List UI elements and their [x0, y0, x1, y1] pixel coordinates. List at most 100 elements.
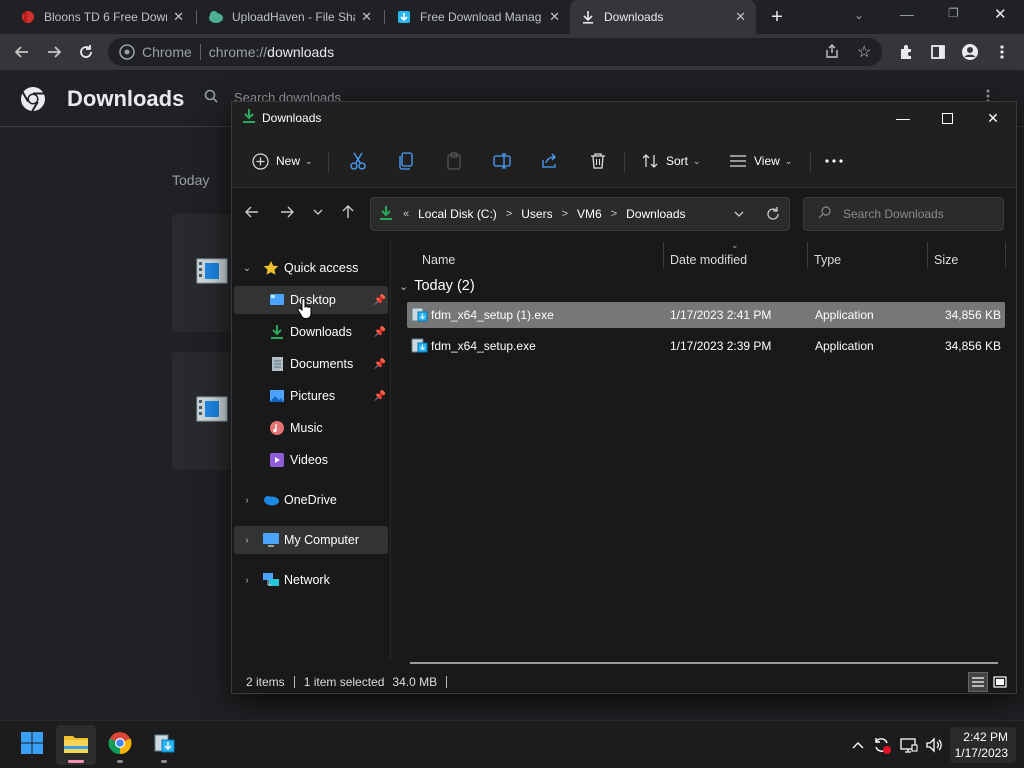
- taskbar-file-explorer[interactable]: [56, 725, 96, 765]
- breadcrumb-chevron-icon[interactable]: >: [562, 208, 568, 220]
- start-button[interactable]: [12, 725, 52, 765]
- nav-quick-access[interactable]: ⌄ Quick access: [234, 254, 388, 282]
- new-tab-button[interactable]: +: [766, 6, 788, 28]
- back-icon[interactable]: [8, 34, 36, 70]
- nav-music[interactable]: Music: [234, 414, 388, 442]
- more-options-button[interactable]: [824, 146, 850, 176]
- file-row[interactable]: fdm_x64_setup.exe 1/17/2023 2:39 PM Appl…: [407, 333, 1005, 359]
- close-icon[interactable]: ✕: [970, 102, 1016, 134]
- breadcrumb-vm6[interactable]: VM6: [577, 207, 602, 221]
- close-tab-icon[interactable]: ✕: [361, 9, 372, 25]
- column-header-name[interactable]: Name: [422, 246, 455, 274]
- pin-icon[interactable]: 📌: [374, 391, 386, 402]
- tab-search-icon[interactable]: ⌄: [854, 8, 864, 22]
- breadcrumb-downloads[interactable]: Downloads: [626, 207, 685, 221]
- delete-button[interactable]: [588, 146, 614, 176]
- large-icons-view-icon[interactable]: [990, 672, 1010, 692]
- rename-button[interactable]: [492, 146, 518, 176]
- chevron-right-icon[interactable]: ›: [240, 535, 254, 546]
- close-tab-icon[interactable]: ✕: [173, 9, 184, 25]
- horizontal-scrollbar[interactable]: [410, 662, 998, 664]
- address-bar[interactable]: « Local Disk (C:) > Users > VM6 > Downlo…: [370, 197, 790, 231]
- tab-downloads[interactable]: Downloads ✕: [570, 0, 756, 34]
- share-icon[interactable]: [824, 43, 840, 62]
- pin-icon[interactable]: 📌: [374, 295, 386, 306]
- address-history-icon[interactable]: [733, 208, 745, 223]
- profile-avatar-icon[interactable]: [956, 34, 984, 70]
- chevron-right-icon[interactable]: ›: [240, 575, 254, 586]
- downloads-folder-icon: [242, 108, 256, 129]
- column-header-date[interactable]: Date modified: [670, 246, 747, 274]
- explorer-search-input[interactable]: Search Downloads: [803, 197, 1004, 231]
- file-row[interactable]: fdm_x64_setup (1).exe 1/17/2023 2:41 PM …: [407, 302, 1005, 328]
- omnibox-site-label: Chrome: [142, 44, 192, 60]
- breadcrumb-chevron-icon[interactable]: >: [506, 208, 512, 220]
- paste-icon: [444, 151, 464, 171]
- nav-label: Pictures: [290, 389, 336, 403]
- volume-icon[interactable]: [924, 735, 944, 755]
- tab-bloons[interactable]: Bloons TD 6 Free Down ✕: [10, 0, 194, 34]
- breadcrumb-users[interactable]: Users: [521, 207, 552, 221]
- minimize-icon[interactable]: —: [880, 102, 926, 134]
- show-hidden-icons-chevron-icon[interactable]: [848, 735, 868, 755]
- cut-button[interactable]: [348, 146, 374, 176]
- tab-uploadhaven[interactable]: UploadHaven - File Sha ✕: [198, 0, 382, 34]
- breadcrumb-local-disk[interactable]: Local Disk (C:): [418, 207, 497, 221]
- breadcrumb-chevron-icon[interactable]: >: [611, 208, 617, 220]
- nav-documents[interactable]: Documents 📌: [234, 350, 388, 378]
- tab-free-download-manager[interactable]: Free Download Manag ✕: [386, 0, 570, 34]
- sort-button[interactable]: Sort ⌄: [640, 146, 701, 176]
- nav-pictures[interactable]: Pictures 📌: [234, 382, 388, 410]
- download-icon: [580, 9, 596, 25]
- new-button[interactable]: New ⌄: [250, 146, 313, 176]
- column-header-size[interactable]: Size: [934, 246, 958, 274]
- extensions-icon[interactable]: [892, 34, 920, 70]
- installer-file-icon: [196, 258, 228, 289]
- nav-my-computer[interactable]: › My Computer: [234, 526, 388, 554]
- sort-icon: [640, 151, 660, 171]
- onedrive-cloud-icon: [262, 491, 280, 509]
- recent-locations-icon[interactable]: [312, 205, 324, 223]
- paste-button[interactable]: [444, 146, 470, 176]
- restore-icon[interactable]: ❐: [948, 6, 959, 20]
- nav-videos[interactable]: Videos: [234, 446, 388, 474]
- taskbar-installer[interactable]: [144, 725, 184, 765]
- pin-icon[interactable]: 📌: [374, 359, 386, 370]
- up-icon[interactable]: [340, 204, 356, 225]
- more-menu-icon[interactable]: [988, 34, 1016, 70]
- nav-onedrive[interactable]: › OneDrive: [234, 486, 388, 514]
- pin-icon[interactable]: 📌: [374, 327, 386, 338]
- column-header-type[interactable]: Type: [814, 246, 841, 274]
- back-icon[interactable]: [244, 204, 260, 225]
- forward-icon[interactable]: [279, 204, 295, 225]
- minimize-icon[interactable]: —: [900, 6, 914, 22]
- view-button[interactable]: View ⌄: [728, 146, 792, 176]
- side-panel-icon[interactable]: [924, 34, 952, 70]
- nav-network[interactable]: › Network: [234, 566, 388, 594]
- omnibox[interactable]: Chrome chrome://downloads ☆: [108, 38, 882, 66]
- refresh-icon[interactable]: [765, 206, 781, 225]
- explorer-address-row: « Local Disk (C:) > Users > VM6 > Downlo…: [232, 188, 1016, 240]
- group-header-today[interactable]: ⌄ Today (2): [399, 278, 475, 294]
- copy-button[interactable]: [396, 146, 422, 176]
- close-window-icon[interactable]: ✕: [994, 5, 1007, 23]
- share-button[interactable]: [540, 146, 566, 176]
- close-tab-icon[interactable]: ✕: [735, 9, 746, 25]
- chevron-down-icon: ⌄: [784, 155, 793, 166]
- overflow-crumbs[interactable]: «: [403, 208, 409, 220]
- chevron-down-icon[interactable]: ⌄: [240, 263, 254, 274]
- sync-alert-icon[interactable]: [872, 735, 892, 755]
- bookmark-star-icon[interactable]: ☆: [857, 42, 871, 62]
- chevron-right-icon[interactable]: ›: [240, 495, 254, 506]
- taskbar-chrome[interactable]: [100, 725, 140, 765]
- reload-icon[interactable]: [72, 34, 100, 70]
- forward-icon[interactable]: [40, 34, 68, 70]
- maximize-icon[interactable]: [924, 102, 970, 134]
- chevron-down-icon[interactable]: ⌄: [399, 280, 408, 293]
- close-tab-icon[interactable]: ✕: [549, 9, 560, 25]
- windows-logo-icon: [20, 731, 44, 760]
- status-selection-size: 34.0 MB: [392, 675, 438, 689]
- network-monitor-icon[interactable]: [899, 735, 919, 755]
- details-view-icon[interactable]: [968, 672, 988, 692]
- system-clock[interactable]: 2:42 PM 1/17/2023: [950, 727, 1016, 763]
